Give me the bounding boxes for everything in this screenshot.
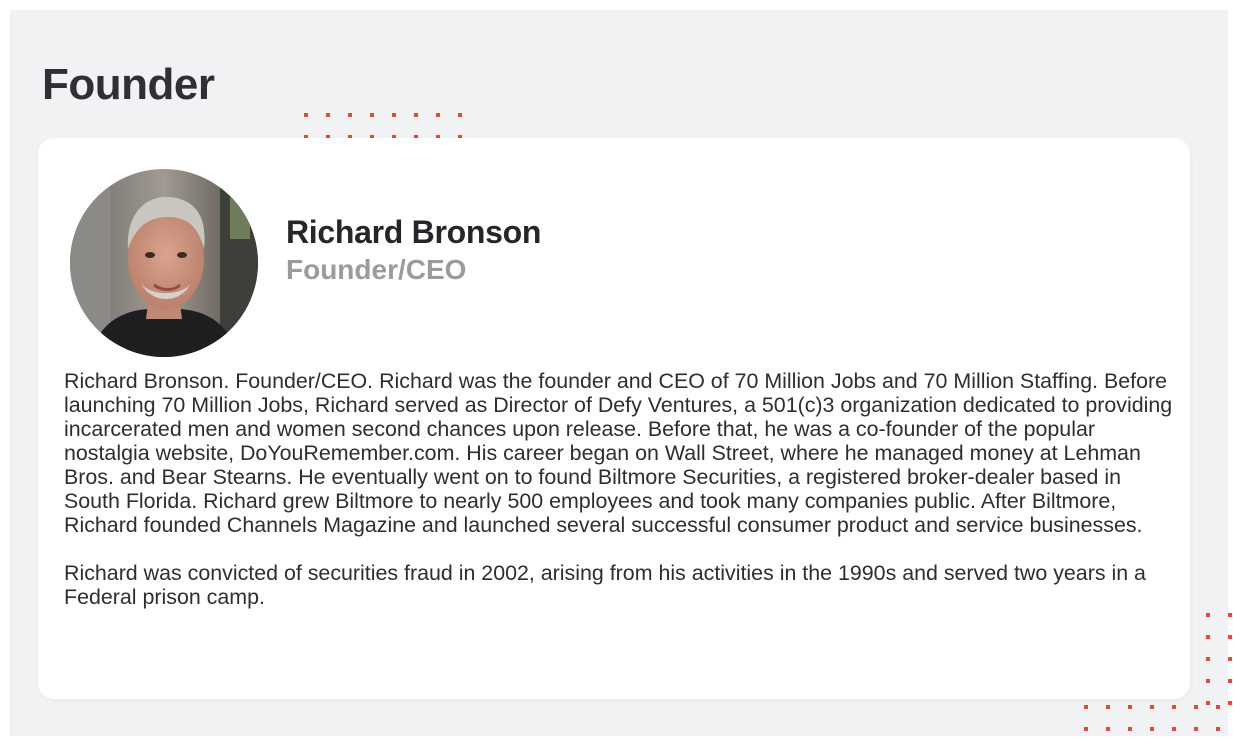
decorative-dot-grid-bottom	[1084, 705, 1233, 731]
decorative-dot-grid-top	[304, 113, 462, 139]
bio-paragraph: Richard was convicted of securities frau…	[64, 561, 1146, 609]
founder-card: Richard Bronson Founder/CEO Richard Bron…	[38, 138, 1190, 699]
section-heading: Founder	[42, 60, 215, 109]
profile-role: Founder/CEO	[286, 254, 467, 285]
profile-name: Richard Bronson	[286, 214, 542, 250]
bio-paragraph: Richard Bronson. Founder/CEO. Richard wa…	[64, 369, 1173, 537]
profile-bio: Richard Bronson. Founder/CEO. Richard wa…	[64, 369, 1174, 633]
founder-section: Founder Richard Bronson Founder/CEO Rich…	[10, 10, 1232, 736]
decorative-dot-grid-right	[1206, 613, 1232, 705]
person-portrait-icon	[70, 169, 258, 357]
avatar	[70, 169, 258, 357]
